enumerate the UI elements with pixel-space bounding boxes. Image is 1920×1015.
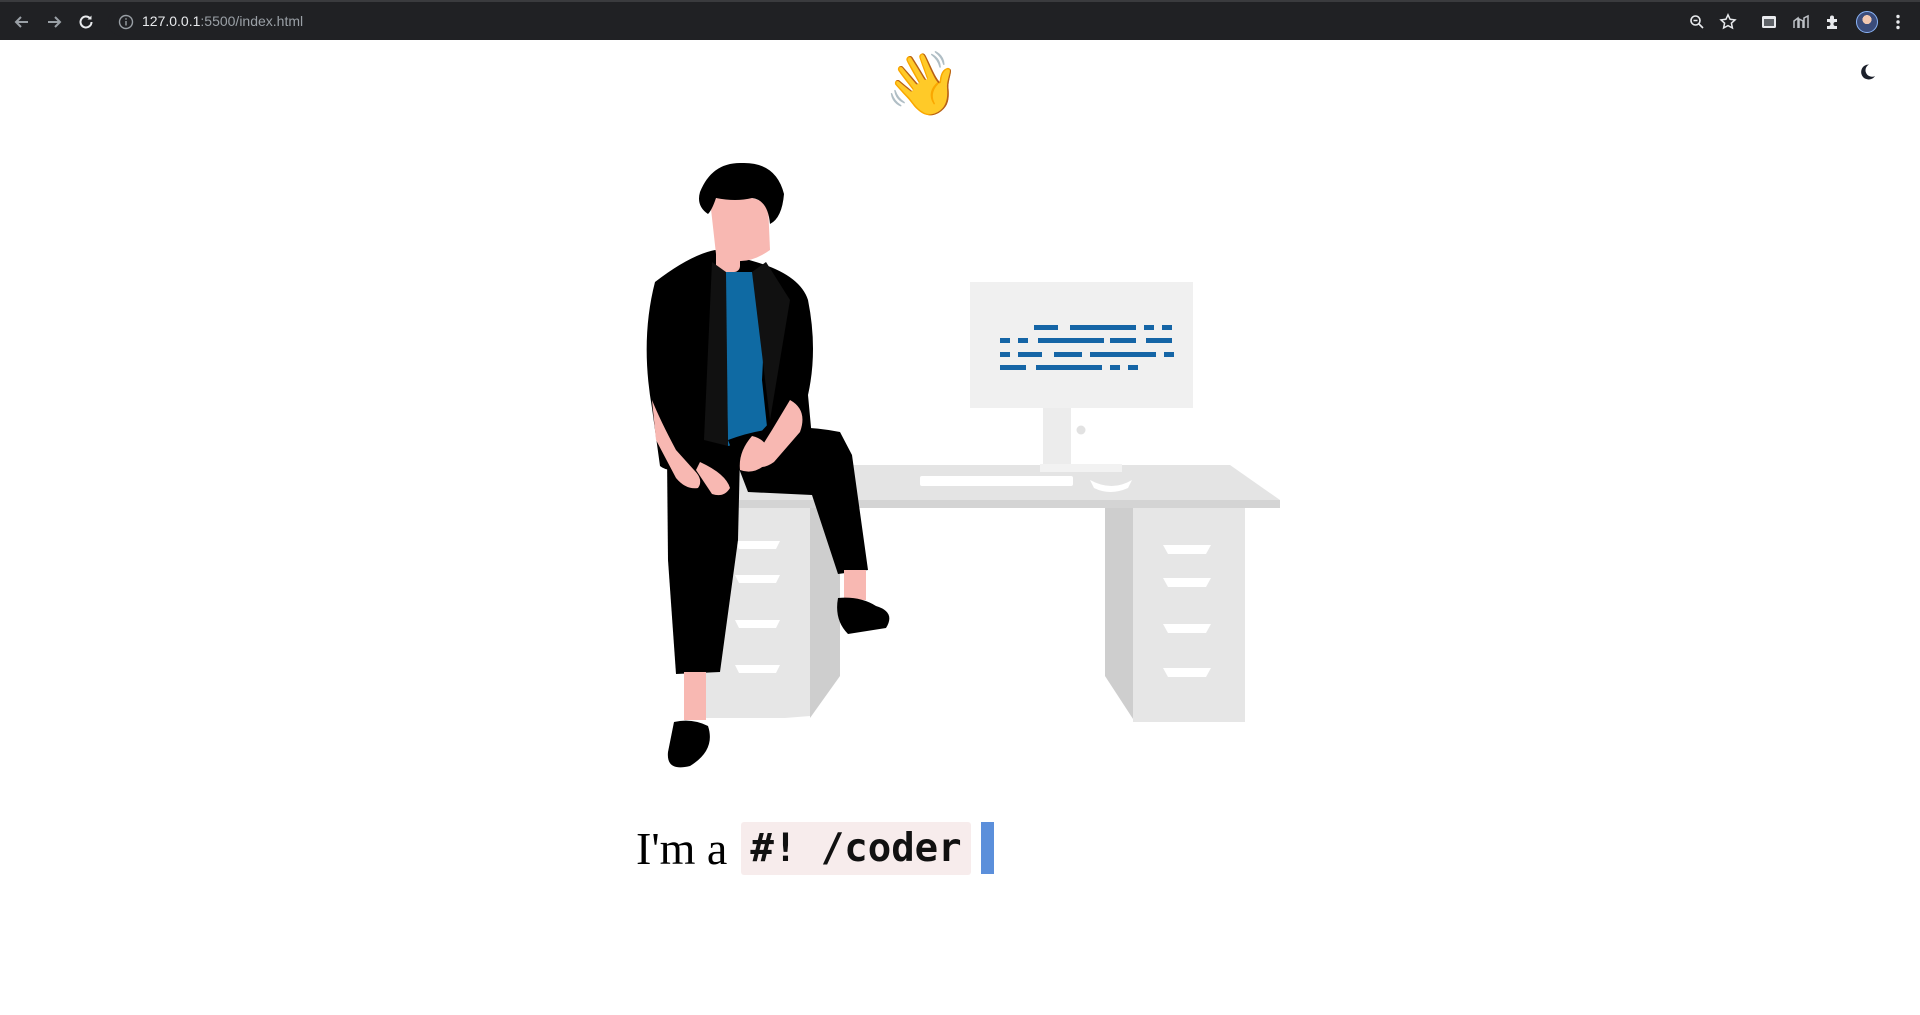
window-extension-icon <box>1762 16 1776 28</box>
extension-button-2[interactable] <box>1790 11 1812 33</box>
zoom-icon <box>1690 15 1704 29</box>
forward-button[interactable] <box>42 10 66 34</box>
info-icon <box>118 14 134 30</box>
monitor <box>970 282 1193 472</box>
desk <box>705 465 1280 722</box>
back-button[interactable] <box>10 10 34 34</box>
address-bar[interactable]: 127.0.0.1:5500/index.html <box>108 8 1708 36</box>
browser-menu-button[interactable] <box>1887 11 1909 33</box>
tagline-code: #! /coder <box>741 821 971 875</box>
typing-tagline: I'm a #! /coder <box>636 820 994 876</box>
url-text: 127.0.0.1:5500/index.html <box>142 13 303 29</box>
reload-button[interactable] <box>74 10 98 34</box>
tagline-prefix: I'm a <box>636 822 728 874</box>
arrow-right-icon <box>48 16 62 28</box>
reload-icon <box>79 15 93 29</box>
profile-avatar[interactable] <box>1856 11 1878 33</box>
more-vertical-icon <box>1896 14 1900 30</box>
developer-at-desk-illustration <box>646 162 1280 768</box>
puzzle-icon <box>1827 15 1837 29</box>
chart-extension-icon <box>1793 14 1809 28</box>
extension-button-1[interactable] <box>1758 11 1780 33</box>
zoom-button[interactable] <box>1686 11 1708 33</box>
star-icon <box>1719 13 1737 30</box>
waving-hand-icon: 👋 <box>884 47 962 120</box>
dark-mode-toggle[interactable] <box>1857 62 1877 82</box>
moon-icon <box>1861 64 1875 80</box>
bookmark-button[interactable] <box>1717 11 1739 33</box>
url-path: :5500/index.html <box>200 13 304 29</box>
typing-cursor <box>980 822 994 874</box>
extensions-menu-button[interactable] <box>1822 11 1844 33</box>
url-host: 127.0.0.1 <box>142 13 201 29</box>
browser-toolbar: 127.0.0.1:5500/index.html <box>0 0 1920 40</box>
arrow-left-icon <box>14 16 28 28</box>
